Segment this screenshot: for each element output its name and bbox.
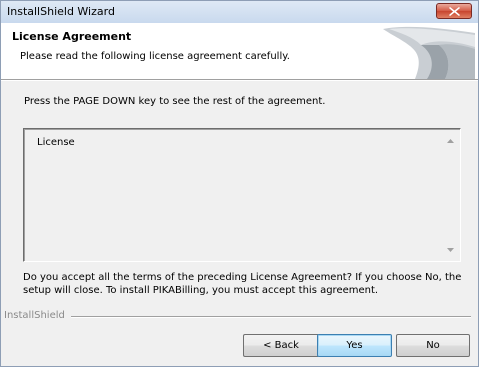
license-text: License	[37, 137, 75, 148]
wizard-banner-graphic	[383, 26, 475, 79]
back-button[interactable]: < Back	[243, 334, 318, 357]
footer-separator	[71, 316, 471, 318]
close-icon	[449, 7, 460, 16]
license-textbox-inner: License	[24, 129, 460, 261]
installshield-label: InstallShield	[4, 310, 69, 321]
header-separator	[1, 79, 478, 81]
installshield-window: InstallShield Wizard License Agreement P…	[0, 0, 479, 367]
license-textbox[interactable]: License	[23, 128, 461, 262]
page-subtitle: Please read the following license agreem…	[20, 51, 290, 62]
window-title: InstallShield Wizard	[7, 5, 115, 18]
yes-button[interactable]: Yes	[317, 334, 392, 357]
wizard-header: License Agreement Please read the follow…	[1, 23, 478, 79]
title-bar[interactable]: InstallShield Wizard	[1, 1, 478, 23]
instruction-text: Press the PAGE DOWN key to see the rest …	[24, 96, 326, 107]
vertical-scrollbar[interactable]	[444, 131, 459, 260]
scroll-down-icon[interactable]	[447, 248, 454, 252]
accept-question: Do you accept all the terms of the prece…	[23, 272, 462, 296]
no-button[interactable]: No	[396, 334, 470, 357]
page-title: License Agreement	[12, 30, 132, 43]
close-button[interactable]	[436, 3, 472, 19]
scroll-up-icon[interactable]	[447, 139, 454, 143]
